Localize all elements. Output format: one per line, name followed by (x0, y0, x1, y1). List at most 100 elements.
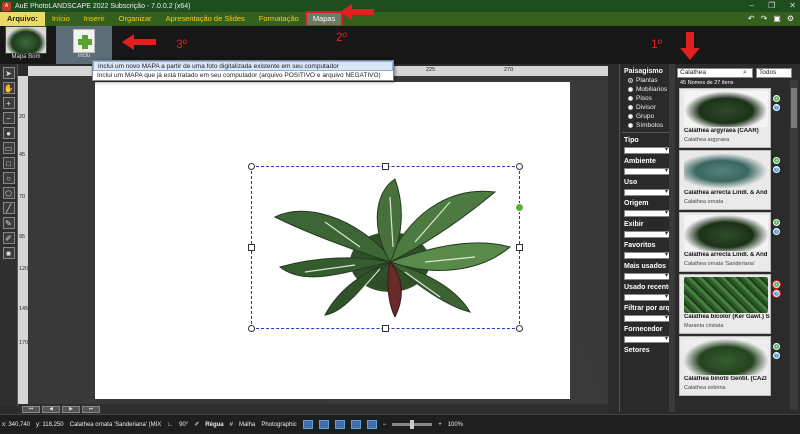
radio-mobiliarios[interactable]: Mobiliarios (628, 86, 675, 93)
dropdown-item-new-map[interactable]: Inclui um novo MAPA a partir de uma foto… (93, 61, 393, 71)
filter-select-exibir[interactable] (624, 230, 670, 238)
resize-handle-br[interactable] (516, 325, 523, 332)
close-icon[interactable]: ✕ (789, 1, 796, 10)
settings-icon[interactable]: ⚙ (787, 14, 794, 23)
plant-list-scrollbar[interactable] (790, 80, 798, 410)
zoom-fit-icon[interactable]: ● (2, 127, 15, 139)
filter-label-mais-usados: Mais usados (624, 263, 667, 270)
resize-handle-tr[interactable] (516, 163, 523, 170)
filter-select-filtrar-arq[interactable] (624, 314, 670, 322)
restore-icon[interactable]: ❐ (768, 1, 775, 10)
tool-icon[interactable] (334, 420, 345, 429)
list-item[interactable]: Calathea arrecta Lindl. & And Calathea o… (679, 212, 771, 272)
add-plant-icon[interactable]: + (773, 95, 780, 102)
zoom-in-icon[interactable]: + (438, 422, 442, 428)
radio-plantas[interactable]: Plantas (628, 77, 675, 84)
scope-select[interactable]: Todos (756, 68, 792, 78)
radio-grupo[interactable]: Grupo (628, 113, 675, 120)
menu-inicio[interactable]: Início (45, 12, 77, 26)
resize-handle-tl[interactable] (248, 163, 255, 170)
resize-handle-left[interactable] (248, 244, 255, 251)
list-item[interactable]: Calathea arrecta Lindl. & And Calathea o… (679, 150, 771, 210)
filter-select-uso[interactable] (624, 188, 670, 196)
zoom-out-icon[interactable]: − (383, 422, 387, 428)
filter-select-favoritos[interactable] (624, 251, 670, 259)
save-icon[interactable]: ▣ (773, 14, 781, 23)
brush-icon[interactable]: ✐ (2, 232, 15, 244)
menu-organizar[interactable]: Organizar (112, 12, 159, 26)
filter-select-ambiente[interactable] (624, 167, 670, 175)
zoom-icon[interactable] (350, 420, 361, 429)
zoom-slider[interactable] (392, 420, 433, 429)
scrollbar-thumb[interactable] (791, 88, 797, 128)
resize-handle-bl[interactable] (248, 325, 255, 332)
list-item[interactable]: Calathea bicolor (Ker Gawl.) S Maranta c… (679, 274, 771, 334)
search-input[interactable]: Calathea (677, 68, 753, 78)
hand-icon[interactable]: ✋ (2, 82, 15, 94)
polygon-icon[interactable]: ⬠ (2, 187, 15, 199)
zoom-out-icon[interactable]: − (2, 112, 15, 124)
info-icon[interactable]: ? (773, 166, 780, 173)
info-icon[interactable]: ? (772, 289, 781, 298)
plant-name: Calathea binotii Gentil. (CAZI (684, 376, 767, 382)
rectangle-icon[interactable]: □ (2, 157, 15, 169)
next-page-button[interactable]: ▶ (62, 405, 80, 413)
last-page-button[interactable]: ⏭ (82, 405, 100, 413)
add-plant-icon[interactable]: + (773, 343, 780, 350)
info-icon[interactable]: ? (773, 352, 780, 359)
add-plant-icon[interactable]: + (772, 280, 781, 289)
status-grid[interactable]: Malha (239, 422, 255, 428)
selection-box[interactable] (248, 163, 524, 332)
view-mode-icon[interactable] (302, 420, 313, 429)
prev-page-button[interactable]: ◀ (42, 405, 60, 413)
menu-inserir[interactable]: Inserir (77, 12, 112, 26)
search-icon[interactable]: ⌕ (743, 69, 752, 77)
resize-handle-right[interactable] (516, 244, 523, 251)
dropdown-item-existing-map[interactable]: Inclui um MAPA que já está tratado em se… (93, 71, 393, 81)
menu-arquivo[interactable]: Arquivo: (0, 12, 45, 26)
zoom-in-icon[interactable]: + (2, 97, 15, 109)
view-mode-icon[interactable] (318, 420, 329, 429)
include-map-button[interactable]: Inclu (56, 26, 112, 64)
redo-icon[interactable]: ↷ (761, 14, 768, 23)
status-mode[interactable]: Photographic (261, 422, 296, 428)
add-plant-icon[interactable]: + (773, 157, 780, 164)
undo-icon[interactable]: ↶ (748, 14, 755, 23)
info-icon[interactable]: ? (773, 228, 780, 235)
radio-simbolos[interactable]: Símbolos (628, 122, 675, 129)
fit-icon[interactable] (366, 420, 377, 429)
filter-select-fornecedor[interactable] (624, 335, 670, 343)
menu-mapas[interactable]: Mapas (304, 11, 344, 27)
line-icon[interactable]: ╱ (2, 202, 15, 214)
pen-icon[interactable]: ✎ (2, 217, 15, 229)
list-item[interactable]: Calathea binotii Gentil. (CAZI Calathea … (679, 336, 771, 396)
radio-pisos[interactable]: Pisos (628, 95, 675, 102)
filter-select-mais-usados[interactable] (624, 272, 670, 280)
first-page-button[interactable]: ⏮ (22, 405, 40, 413)
filter-select-origem[interactable] (624, 209, 670, 217)
filters-scrollbar[interactable] (669, 64, 675, 412)
design-canvas[interactable] (28, 76, 608, 404)
map-thumbnail[interactable]: Mapa Bom (3, 26, 49, 64)
list-item[interactable]: Calathea argyraea (CAAR) Calathea argyra… (679, 88, 771, 148)
filter-select-usado-recente[interactable] (624, 293, 670, 301)
ellipse-icon[interactable]: ○ (2, 172, 15, 184)
radio-divisor[interactable]: Divisor (628, 104, 675, 111)
vruler-tick: 145 (19, 306, 29, 312)
color-swatch-icon[interactable]: ■ (2, 247, 15, 259)
rotate-handle-icon[interactable] (515, 203, 524, 212)
plant-thumbnail (684, 339, 768, 375)
resize-handle-top[interactable] (382, 163, 389, 170)
filter-select-tipo[interactable] (624, 146, 670, 154)
add-plant-icon[interactable]: + (773, 219, 780, 226)
status-ruler[interactable]: Régua (205, 422, 223, 428)
menu-formatacao[interactable]: Formatação (252, 12, 306, 26)
menu-apresentacao[interactable]: Apresentação de Slides (159, 12, 252, 26)
minimize-icon[interactable]: – (750, 1, 754, 10)
info-icon[interactable]: ? (773, 104, 780, 111)
status-angle[interactable]: 90° (179, 422, 188, 428)
zoom-slider-knob[interactable] (410, 420, 415, 429)
screen-icon[interactable]: ▭ (2, 142, 15, 154)
resize-handle-bottom[interactable] (382, 325, 389, 332)
pointer-icon[interactable]: ➤ (2, 67, 15, 79)
